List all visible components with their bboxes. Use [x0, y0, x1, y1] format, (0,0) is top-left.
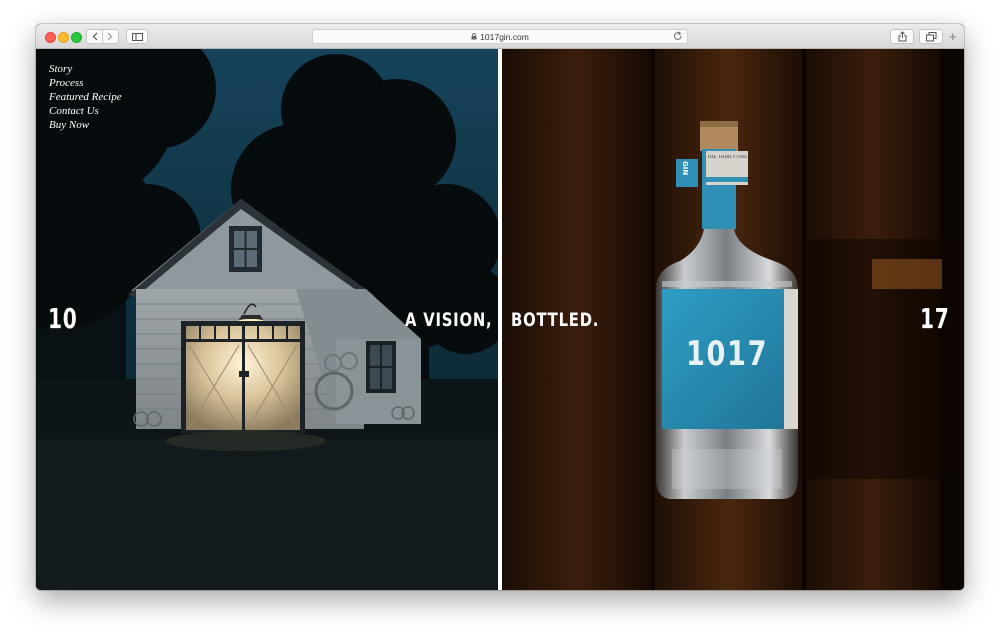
- forward-button[interactable]: [103, 30, 118, 43]
- lock-icon: [471, 33, 477, 40]
- share-icon: [898, 31, 906, 42]
- browser-window: 1017gin.com + Story Process Featured Rec…: [36, 24, 964, 590]
- sidebar-toggle-button[interactable]: [126, 29, 148, 44]
- history-nav: [86, 29, 119, 44]
- nav-featured-recipe[interactable]: Featured Recipe: [49, 90, 122, 104]
- new-tab-button[interactable]: +: [949, 30, 957, 43]
- reload-icon[interactable]: [673, 31, 683, 42]
- main-nav: Story Process Featured Recipe Contact Us…: [49, 62, 122, 132]
- share-button[interactable]: [890, 29, 914, 44]
- nav-contact-us[interactable]: Contact Us: [49, 104, 122, 118]
- nav-process[interactable]: Process: [49, 76, 122, 90]
- chevron-right-icon: [108, 32, 113, 41]
- page-content: Story Process Featured Recipe Contact Us…: [36, 49, 964, 590]
- minimize-window-button[interactable]: [58, 32, 69, 43]
- bottle-neck-text: THE THIRTY ONE ...: [707, 155, 749, 160]
- nav-buy-now[interactable]: Buy Now: [49, 118, 122, 132]
- bottle-side-text: GIN: [681, 161, 689, 176]
- show-tabs-button[interactable]: [919, 29, 943, 44]
- back-button[interactable]: [87, 30, 102, 43]
- hero-tagline-right: BOTTLED.: [511, 309, 600, 331]
- hero-number-left: 10: [48, 302, 78, 335]
- address-bar[interactable]: 1017gin.com: [312, 29, 688, 44]
- hero-number-right: 17: [920, 302, 950, 335]
- zoom-window-button[interactable]: [71, 32, 82, 43]
- bottle-label-text: 1017: [686, 334, 769, 374]
- tabs-overview-icon: [925, 31, 936, 41]
- close-window-button[interactable]: [45, 32, 56, 43]
- browser-toolbar: 1017gin.com +: [36, 24, 964, 49]
- sidebar-icon: [131, 32, 143, 41]
- hero-tagline-left: A VISION,: [405, 309, 493, 331]
- nav-story[interactable]: Story: [49, 62, 122, 76]
- chevron-left-icon: [92, 32, 97, 41]
- address-url: 1017gin.com: [480, 31, 529, 42]
